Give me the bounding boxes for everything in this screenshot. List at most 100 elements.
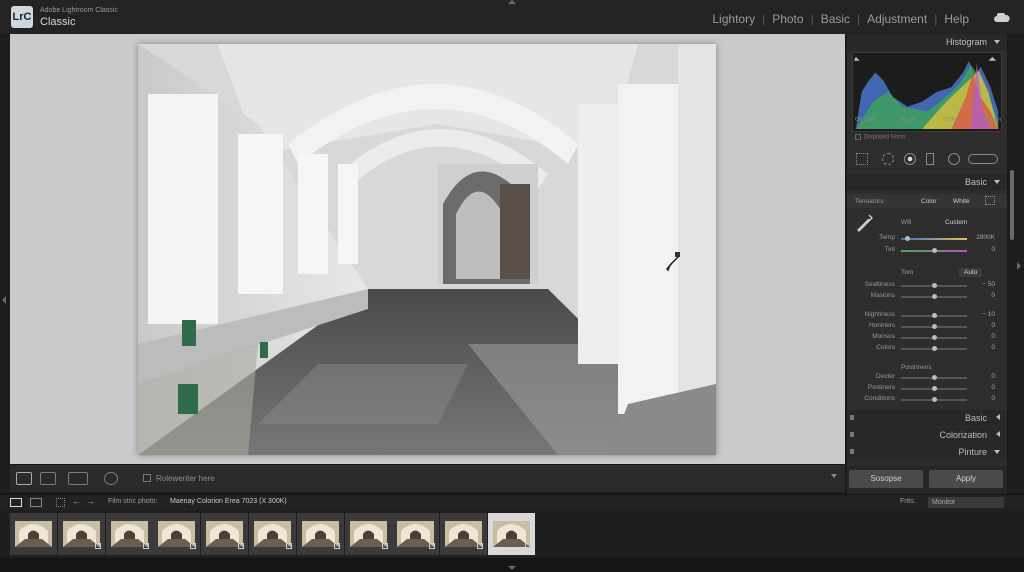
slider-track[interactable] [901, 346, 967, 351]
slider-track[interactable] [901, 386, 967, 391]
slider-track[interactable] [901, 294, 967, 299]
grid-view-icon[interactable] [56, 498, 65, 507]
slider-value[interactable]: − 10 [965, 311, 995, 318]
collapse-chevron-icon[interactable] [994, 180, 1000, 184]
collapse-chevron-icon[interactable] [994, 40, 1000, 44]
panel-toggle-left-icon[interactable] [2, 296, 6, 304]
crop-icon[interactable] [856, 153, 868, 165]
checkbox-box[interactable] [855, 134, 861, 140]
redeye-icon[interactable] [904, 153, 916, 165]
toolbar-checkbox[interactable] [143, 474, 151, 482]
slider-track[interactable] [901, 283, 967, 288]
module-lightory[interactable]: Lightory [705, 12, 762, 26]
slider-thumb[interactable] [931, 324, 937, 329]
basic-header[interactable]: Basic [847, 174, 1007, 190]
filmstrip-thumbnail[interactable] [488, 513, 535, 555]
wb-select[interactable]: Custem [945, 219, 967, 226]
module-photo[interactable]: Photo [765, 12, 810, 26]
slider-thumb[interactable] [931, 346, 937, 351]
filmstrip-thumbnail[interactable] [201, 513, 249, 555]
slider-value[interactable]: 0 [965, 395, 995, 402]
filmstrip-thumbnail[interactable] [10, 513, 57, 555]
panel-scrollbar[interactable] [1010, 170, 1014, 240]
slider-track[interactable] [901, 335, 967, 340]
collapsed-panel-pinture[interactable]: Pinture [847, 444, 1007, 460]
slider-value[interactable]: 0 [965, 373, 995, 380]
survey-view-icon[interactable] [104, 472, 118, 485]
brush-icon[interactable] [968, 154, 998, 164]
filmstrip-source-value[interactable]: Maenay Colorion Erea 7023 (X 300K) [170, 498, 287, 505]
filmstrip-thumbnail[interactable] [344, 513, 392, 555]
filmstrip-thumbnail[interactable] [296, 513, 344, 555]
slider-track[interactable] [901, 375, 967, 380]
back-arrow-icon[interactable]: ← [72, 496, 81, 506]
grid-view-icon[interactable] [40, 472, 56, 485]
profile-tab-white[interactable]: White [953, 198, 970, 205]
slider-thumb[interactable] [931, 397, 937, 402]
slider-track[interactable] [901, 248, 967, 253]
module-adjustment[interactable]: Adjustment [860, 12, 934, 26]
slider-value[interactable]: 0 [965, 322, 995, 329]
expand-chevron-icon[interactable] [996, 414, 1000, 420]
slider-thumb[interactable] [931, 386, 937, 391]
filmstrip-thumbnail[interactable] [392, 513, 440, 555]
slider-track[interactable] [901, 313, 967, 318]
panel-toggle-top-icon[interactable] [508, 0, 516, 4]
histogram-header[interactable]: Histogram [847, 34, 1007, 50]
slider-value[interactable]: 0 [965, 344, 995, 351]
spot-removal-icon[interactable] [882, 153, 894, 165]
primary-window-icon[interactable] [10, 498, 22, 507]
slider-thumb[interactable] [931, 294, 937, 299]
slider-thumb[interactable] [931, 335, 937, 340]
slider-thumb[interactable] [931, 375, 937, 380]
slider-value[interactable]: 0 [965, 246, 995, 253]
auto-button[interactable]: Auto [959, 268, 983, 277]
secondary-window-icon[interactable] [30, 498, 42, 507]
slider-thumb[interactable] [931, 313, 937, 318]
panel-switch-icon[interactable] [850, 415, 854, 420]
toolbar-label: Roleweriter here [156, 474, 215, 483]
slider-value[interactable]: 0 [965, 384, 995, 391]
cloud-icon[interactable] [994, 13, 1010, 22]
slider-thumb[interactable] [931, 283, 937, 288]
toolbar-menu-chevron-icon[interactable] [831, 474, 837, 478]
radial-icon[interactable] [948, 153, 960, 165]
forward-arrow-icon[interactable]: → [86, 496, 95, 506]
edit-badge-icon [333, 543, 340, 549]
slider-track[interactable] [901, 324, 967, 329]
filmstrip-thumbnail[interactable] [440, 513, 488, 555]
slider-value[interactable]: 0 [965, 333, 995, 340]
collapsed-panel-basic[interactable]: Basic [847, 410, 1007, 426]
collapsed-panel-colorization[interactable]: Colorization [847, 427, 1007, 443]
panel-toggle-right-icon[interactable] [1017, 262, 1021, 270]
slider-thumb[interactable] [931, 248, 937, 253]
apply-button[interactable]: Apply [929, 470, 1003, 488]
panel-switch-icon[interactable] [850, 432, 854, 437]
slider-track[interactable] [901, 236, 967, 241]
panel-toggle-bottom-icon[interactable] [508, 566, 516, 570]
filmstrip-thumbnail[interactable] [153, 513, 201, 555]
original-photo-checkbox[interactable]: Displated Norm [855, 134, 905, 141]
filter-select[interactable]: Monitor [928, 497, 1004, 508]
filmstrip-thumbnail[interactable] [57, 513, 105, 555]
loupe-view-icon[interactable] [16, 472, 32, 485]
previous-button[interactable]: Sosopse [849, 470, 923, 488]
eyedropper-icon[interactable] [857, 214, 873, 232]
profile-browser-icon[interactable] [985, 196, 995, 205]
slider-value[interactable]: 2800K [965, 234, 995, 241]
profile-tab-color[interactable]: Color [921, 198, 937, 205]
module-basic[interactable]: Basic [814, 12, 857, 26]
module-help[interactable]: Help [937, 12, 976, 26]
slider-thumb[interactable] [905, 236, 911, 241]
expand-chevron-icon[interactable] [996, 431, 1000, 437]
filmstrip-thumbnail[interactable] [249, 513, 296, 555]
slider-track[interactable] [901, 397, 967, 402]
gradient-icon[interactable] [926, 153, 934, 165]
slider-value[interactable]: 0 [965, 292, 995, 299]
compare-view-icon[interactable] [68, 472, 88, 485]
panel-switch-icon[interactable] [850, 449, 854, 454]
main-photo[interactable] [138, 44, 716, 455]
slider-value[interactable]: − 50 [965, 281, 995, 288]
filmstrip-thumbnail[interactable] [105, 513, 153, 555]
collapse-chevron-icon[interactable] [994, 450, 1000, 454]
